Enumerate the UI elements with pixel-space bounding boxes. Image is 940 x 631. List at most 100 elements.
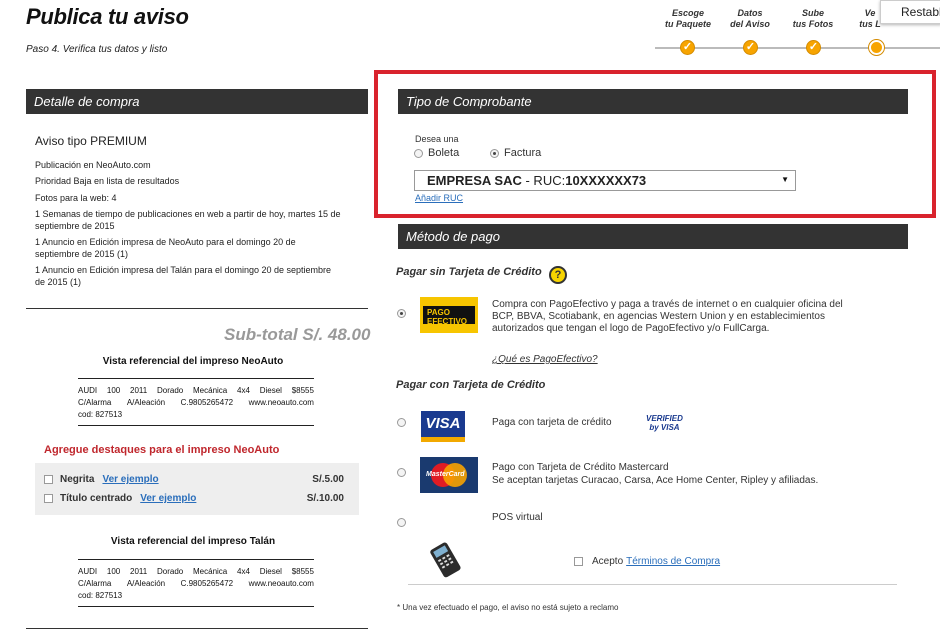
detalle-line: Prioridad Baja en lista de resultados: [35, 176, 180, 186]
step-sube-fotos: Sube tus Fotos: [783, 8, 843, 30]
factura-radio[interactable]: [490, 148, 499, 158]
ad-word: Mecánica: [193, 567, 228, 576]
ad-word: AUDI: [78, 567, 98, 576]
metodo-bar: Método de pago: [398, 224, 908, 249]
mastercard-radio[interactable]: [397, 468, 406, 477]
ad-word: C/Alarma: [78, 398, 112, 407]
pagoefectivo-logo: PAGO EFECTIVO: [420, 297, 478, 333]
mc-logo-text: MasterCard: [426, 471, 465, 478]
ad-word: Diesel: [259, 567, 282, 576]
destaque-price: S/.10.00: [306, 493, 344, 504]
ad-word: www.neoauto.com: [248, 579, 314, 588]
terms-checkbox[interactable]: [574, 557, 583, 566]
check-icon: ✓: [680, 40, 695, 55]
detalle-line: 1 Semanas de tiempo de publicaciones en …: [35, 209, 341, 231]
comprobante-bar: Tipo de Comprobante: [398, 89, 908, 114]
titulo-centrado-checkbox[interactable]: [44, 494, 53, 503]
check-icon: ✓: [806, 40, 821, 55]
ad-code: cod: 827513: [78, 410, 123, 419]
select-ruc: 10XXXXXX73: [565, 173, 647, 188]
pos-radio[interactable]: [397, 518, 406, 527]
verified-by-visa-logo: VERIFIED by VISA: [646, 414, 683, 432]
destaque-price: S/.5.00: [312, 474, 344, 485]
pos-text: POS virtual: [492, 512, 543, 523]
add-ruc-link[interactable]: Añadir RUC: [415, 193, 463, 203]
step-datos-aviso: Datos del Aviso: [720, 8, 780, 30]
destaques-box: Negrita Ver ejemplo S/.5.00 Título centr…: [35, 463, 359, 515]
restore-button[interactable]: Restabl: [880, 0, 940, 24]
select-ruc-prefix: - RUC:: [521, 173, 566, 188]
detalle-line: Fotos para la web: 4: [35, 193, 117, 203]
detalle-line: Publicación en NeoAuto.com: [35, 160, 151, 170]
ruc-select[interactable]: EMPRESA SAC - RUC:10XXXXXX73 ▼: [414, 170, 796, 191]
negrita-checkbox[interactable]: [44, 475, 53, 484]
ad-word: A/Aleación: [126, 398, 166, 407]
verified-line2: by VISA: [649, 423, 680, 432]
ad-line: C/Alarma A/Aleación C.9805265472 www.neo…: [78, 397, 314, 409]
detalle-bar: Detalle de compra: [26, 89, 368, 114]
step-label: Datos del Aviso: [730, 8, 770, 29]
ad-line: AUDI 100 2011 Dorado Mecánica 4x4 Diesel…: [78, 385, 314, 397]
ad-line: C/Alarma A/Aleación C.9805265472 www.neo…: [78, 578, 314, 590]
step-label: Escoge tu Paquete: [664, 8, 711, 29]
ad-code: cod: 827513: [78, 591, 123, 600]
ad-word: 2011: [130, 386, 148, 395]
ad-word: 100: [106, 567, 121, 576]
destaque-row-negrita: Negrita Ver ejemplo S/.5.00: [44, 474, 344, 485]
factura-label: Factura: [504, 147, 542, 159]
visa-radio[interactable]: [397, 418, 406, 427]
help-icon[interactable]: ?: [549, 266, 567, 284]
factura-option[interactable]: Factura: [490, 147, 541, 159]
ad-word: $8555: [291, 567, 314, 576]
ad-word: Dorado: [156, 386, 184, 395]
terms-link[interactable]: Términos de Compra: [626, 556, 720, 567]
ad-preview-talan: AUDI 100 2011 Dorado Mecánica 4x4 Diesel…: [78, 559, 314, 607]
select-company: EMPRESA SAC: [427, 173, 522, 188]
subtotal: Sub-total S/. 48.00: [224, 325, 371, 344]
mastercard-text: Pago con Tarjeta de Crédito Mastercard: [492, 462, 669, 473]
boleta-option[interactable]: Boleta: [414, 147, 459, 159]
mastercard-logo: MasterCard: [420, 457, 478, 493]
boleta-label: Boleta: [428, 147, 460, 159]
con-tarjeta-title: Pagar con Tarjeta de Crédito: [396, 379, 546, 391]
dropdown-arrow-icon: ▼: [781, 175, 789, 184]
pagoefectivo-radio[interactable]: [397, 309, 406, 318]
current-step-dot: [869, 40, 884, 55]
ver-ejemplo-link[interactable]: Ver ejemplo: [102, 474, 158, 485]
destaque-label: Título centrado: [60, 493, 133, 504]
ad-word: C.9805265472: [180, 579, 234, 588]
vista-neoauto-title: Vista referencial del impreso NeoAuto: [102, 356, 284, 367]
divider: [26, 628, 368, 629]
ad-word: Diesel: [259, 386, 282, 395]
step-label: Sube tus Fotos: [792, 8, 834, 29]
ad-word: 100: [106, 386, 121, 395]
ad-word: A/Aleación: [126, 579, 166, 588]
ad-word: Mecánica: [193, 386, 228, 395]
mastercard-subtext: Se aceptan tarjetas Curacao, Carsa, Ace …: [492, 475, 819, 486]
check-icon: ✓: [743, 40, 758, 55]
ad-word: AUDI: [78, 386, 98, 395]
destaque-row-titulo: Título centrado Ver ejemplo S/.10.00: [44, 493, 344, 504]
ad-word: C/Alarma: [78, 579, 112, 588]
verified-line1: VERIFIED: [646, 414, 683, 423]
que-es-pagoefectivo-link[interactable]: ¿Qué es PagoEfectivo?: [492, 354, 598, 366]
divider: [408, 584, 897, 585]
ad-preview-neoauto: AUDI 100 2011 Dorado Mecánica 4x4 Diesel…: [78, 378, 314, 426]
pagoefectivo-logo-text: PAGO EFECTIVO: [423, 306, 475, 326]
ad-word: 2011: [130, 567, 148, 576]
boleta-radio[interactable]: [414, 148, 423, 158]
divider: [26, 308, 368, 309]
ad-line: AUDI 100 2011 Dorado Mecánica 4x4 Diesel…: [78, 566, 314, 578]
ad-word: www.neoauto.com: [248, 398, 314, 407]
ad-word: 4x4: [237, 567, 250, 576]
aviso-tipo: Aviso tipo PREMIUM: [35, 134, 147, 148]
ad-word: 4x4: [237, 386, 250, 395]
page-title: Publica tu aviso: [26, 4, 189, 29]
ad-word: $8555: [291, 386, 314, 395]
ad-word: Dorado: [156, 567, 184, 576]
detalle-line: 1 Anuncio en Edición impresa del Talán p…: [35, 265, 332, 287]
pos-terminal-icon: [424, 541, 468, 578]
ver-ejemplo-link[interactable]: Ver ejemplo: [140, 493, 196, 504]
page-subtitle: Paso 4. Verifica tus datos y listo: [26, 44, 168, 55]
visa-logo: VISA: [421, 406, 465, 442]
